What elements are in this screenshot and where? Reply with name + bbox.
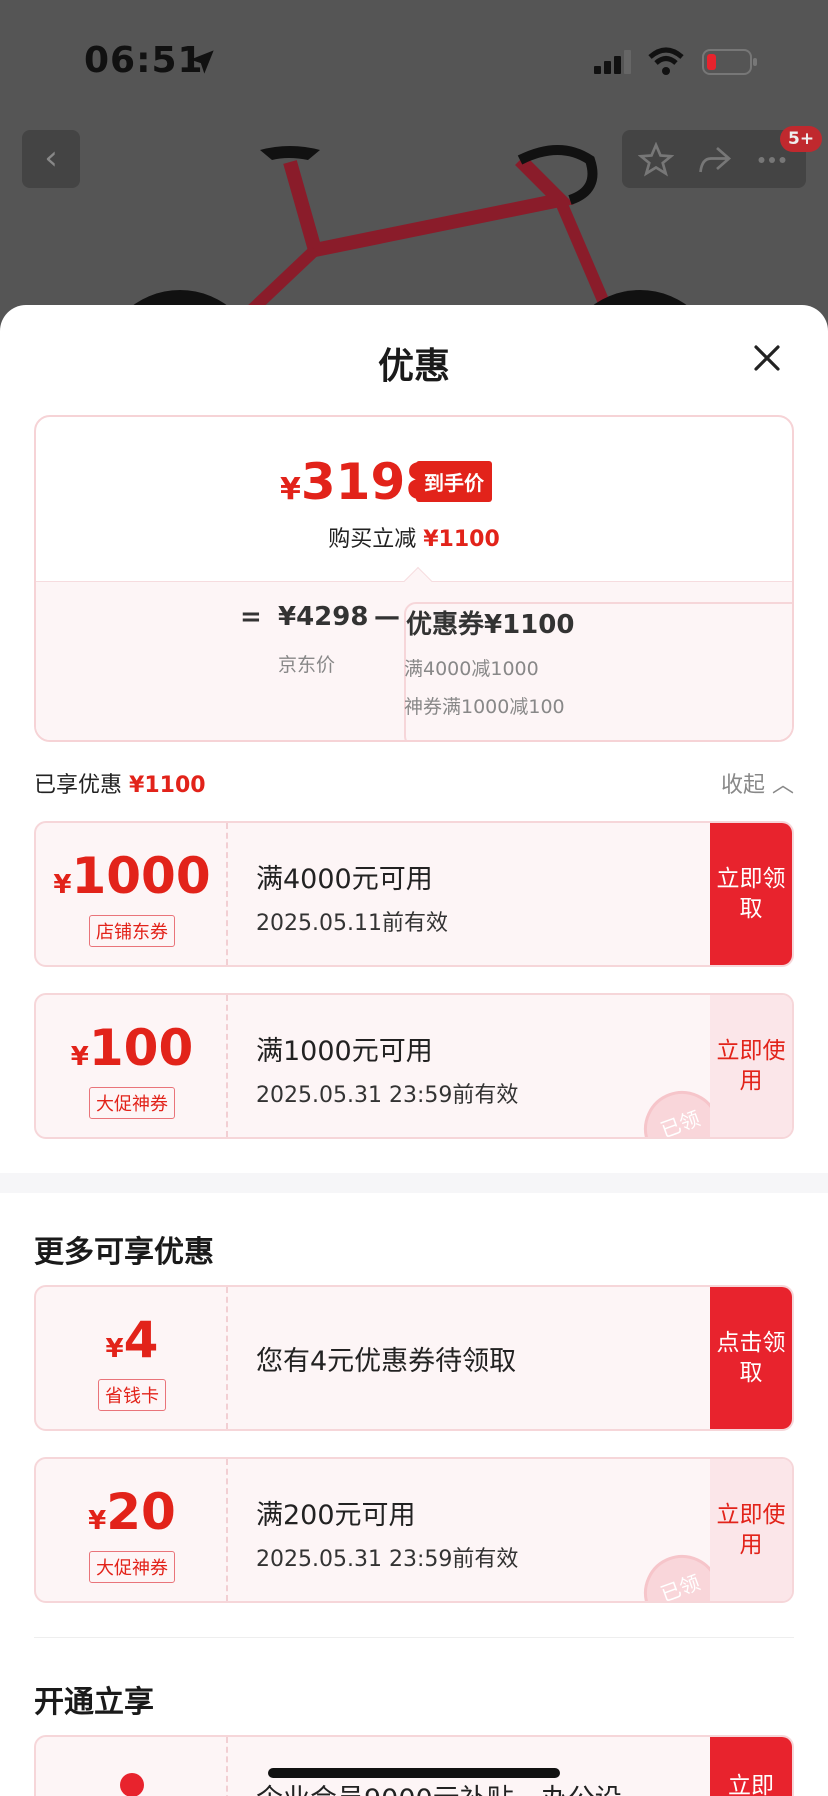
status-time: 06:51 [84,40,204,81]
chevron-up-icon: ︿ [771,773,794,798]
coupon-amount: ¥1000 [36,847,228,905]
base-price-label: 京东价 [278,654,336,676]
coupon-note-2: 神券满1000减100 [404,696,565,718]
coupon-card: ¥4 省钱卡 您有4元优惠券待领取 点击领取 [34,1285,794,1431]
price-summary-top: ¥3198 到手价 购买立减 ¥1100 [36,417,792,581]
coupon-type-label: 大促神券 [89,1087,175,1119]
chevron-left-icon: ‹ [44,138,58,178]
coupon-type-label: 店铺东券 [89,915,175,947]
currency-symbol: ¥ [88,1506,107,1536]
coupon-validity: 2025.05.31 23:59前有效 [256,1083,519,1108]
coupon-amount-panel: ¥4 省钱卡 [36,1287,228,1429]
saving-value: ¥1100 [423,527,500,552]
back-button[interactable]: ‹ [22,130,80,188]
coupon-type-label: 省钱卡 [98,1379,166,1411]
coupon-amount-value: 20 [106,1483,176,1541]
price-breakdown: = ¥4298 — 优惠券¥1100 京东价 满4000减1000 神券满100… [36,581,792,740]
coupon-description: 企业会员9000元补贴，办公设 [256,1777,622,1796]
base-price: ¥4298 [278,602,369,632]
open-to-enjoy-title: 开通立享 [34,1685,154,1720]
star-icon[interactable] [638,142,674,178]
claim-coupon-button[interactable]: 立即领取 [710,823,792,965]
product-page-background: 06:51 ‹ 5+ [0,0,828,340]
collapse-label: 收起 [720,773,765,798]
coupon-condition: 满1000元可用 [256,1036,433,1067]
coupon-card: 企业会员9000元补贴，办公设 立即 [34,1735,794,1796]
enjoyed-value: ¥1100 [129,773,206,798]
use-coupon-button[interactable]: 立即使用 [710,995,792,1137]
discount-sheet: 优惠 ¥3198 到手价 购买立减 ¥1100 = ¥4298 — 优惠券¥11… [0,305,828,1796]
coupon-card: ¥1000 店铺东券 满4000元可用 2025.05.11前有效 立即领取 [34,821,794,967]
battery-low-icon [702,49,757,75]
coupon-amount-value: 1000 [71,847,211,905]
open-membership-button[interactable]: 立即 [710,1737,792,1796]
coupon-type-label: 大促神券 [89,1551,175,1583]
more-discounts-title: 更多可享优惠 [34,1235,214,1270]
currency-symbol: ¥ [105,1334,124,1364]
location-arrow-icon [190,50,214,74]
coupon-description: 您有4元优惠券待领取 [256,1346,517,1377]
coupon-note-1: 满4000减1000 [404,658,539,680]
coupon-card: ¥100 大促神券 满1000元可用 2025.05.31 23:59前有效 已… [34,993,794,1139]
section-divider [0,1173,828,1193]
enjoyed-label-text: 已享优惠 [34,773,123,798]
member-person-icon [120,1773,144,1796]
coupon-amount-value: 100 [88,1019,194,1077]
currency-symbol: ¥ [70,1042,89,1072]
enjoyed-discount-row: 已享优惠 ¥1100 收起 ︿ [34,767,794,799]
coupon-amount: ¥4 [36,1311,228,1369]
wifi-icon [648,47,684,75]
coupon-condition: 满200元可用 [256,1500,416,1531]
saving-line: 购买立减 ¥1100 [36,521,792,553]
coupon-amount-panel: ¥20 大促神券 [36,1459,228,1601]
coupon-type-tag: 省钱卡 [36,1379,228,1411]
minus-sign: — [374,602,400,632]
currency-symbol: ¥ [280,472,301,507]
message-count-badge: 5+ [780,126,823,152]
coupon-amount: ¥100 [36,1019,228,1077]
coupon-type-tag: 大促神券 [36,1087,228,1119]
claim-coupon-button[interactable]: 点击领取 [710,1287,792,1429]
coupon-validity: 2025.05.31 23:59前有效 [256,1547,519,1572]
coupon-amount-panel [36,1737,228,1796]
coupon-type-tag: 大促神券 [36,1551,228,1583]
status-bar: 06:51 [0,0,828,120]
divider [34,1637,794,1638]
equals-sign: = [240,602,262,632]
enjoyed-label: 已享优惠 ¥1100 [34,767,206,799]
coupon-amount-panel: ¥1000 店铺东券 [36,823,228,965]
home-indicator [268,1768,560,1778]
saving-label: 购买立减 [328,527,417,552]
sheet-title: 优惠 [377,346,450,387]
price-summary-card: ¥3198 到手价 购买立减 ¥1100 = ¥4298 — 优惠券¥1100 … [34,415,794,742]
coupon-type-tag: 店铺东券 [36,915,228,947]
coupon-amount-panel: ¥100 大促神券 [36,995,228,1137]
share-icon[interactable] [696,142,732,178]
coupon-card: ¥20 大促神券 满200元可用 2025.05.31 23:59前有效 已领 … [34,1457,794,1603]
top-actions-group [622,130,806,188]
coupon-amount: ¥20 [36,1483,228,1541]
coupon-amount-value: 4 [123,1311,159,1369]
currency-symbol: ¥ [53,870,72,900]
close-icon[interactable] [744,335,790,381]
final-price-tag: 到手价 [416,461,492,502]
coupon-condition: 满4000元可用 [256,864,433,895]
use-coupon-button[interactable]: 立即使用 [710,1459,792,1601]
collapse-button[interactable]: 收起 ︿ [721,767,794,799]
coupon-validity: 2025.05.11前有效 [256,911,448,936]
cellular-signal-icon [594,50,631,74]
